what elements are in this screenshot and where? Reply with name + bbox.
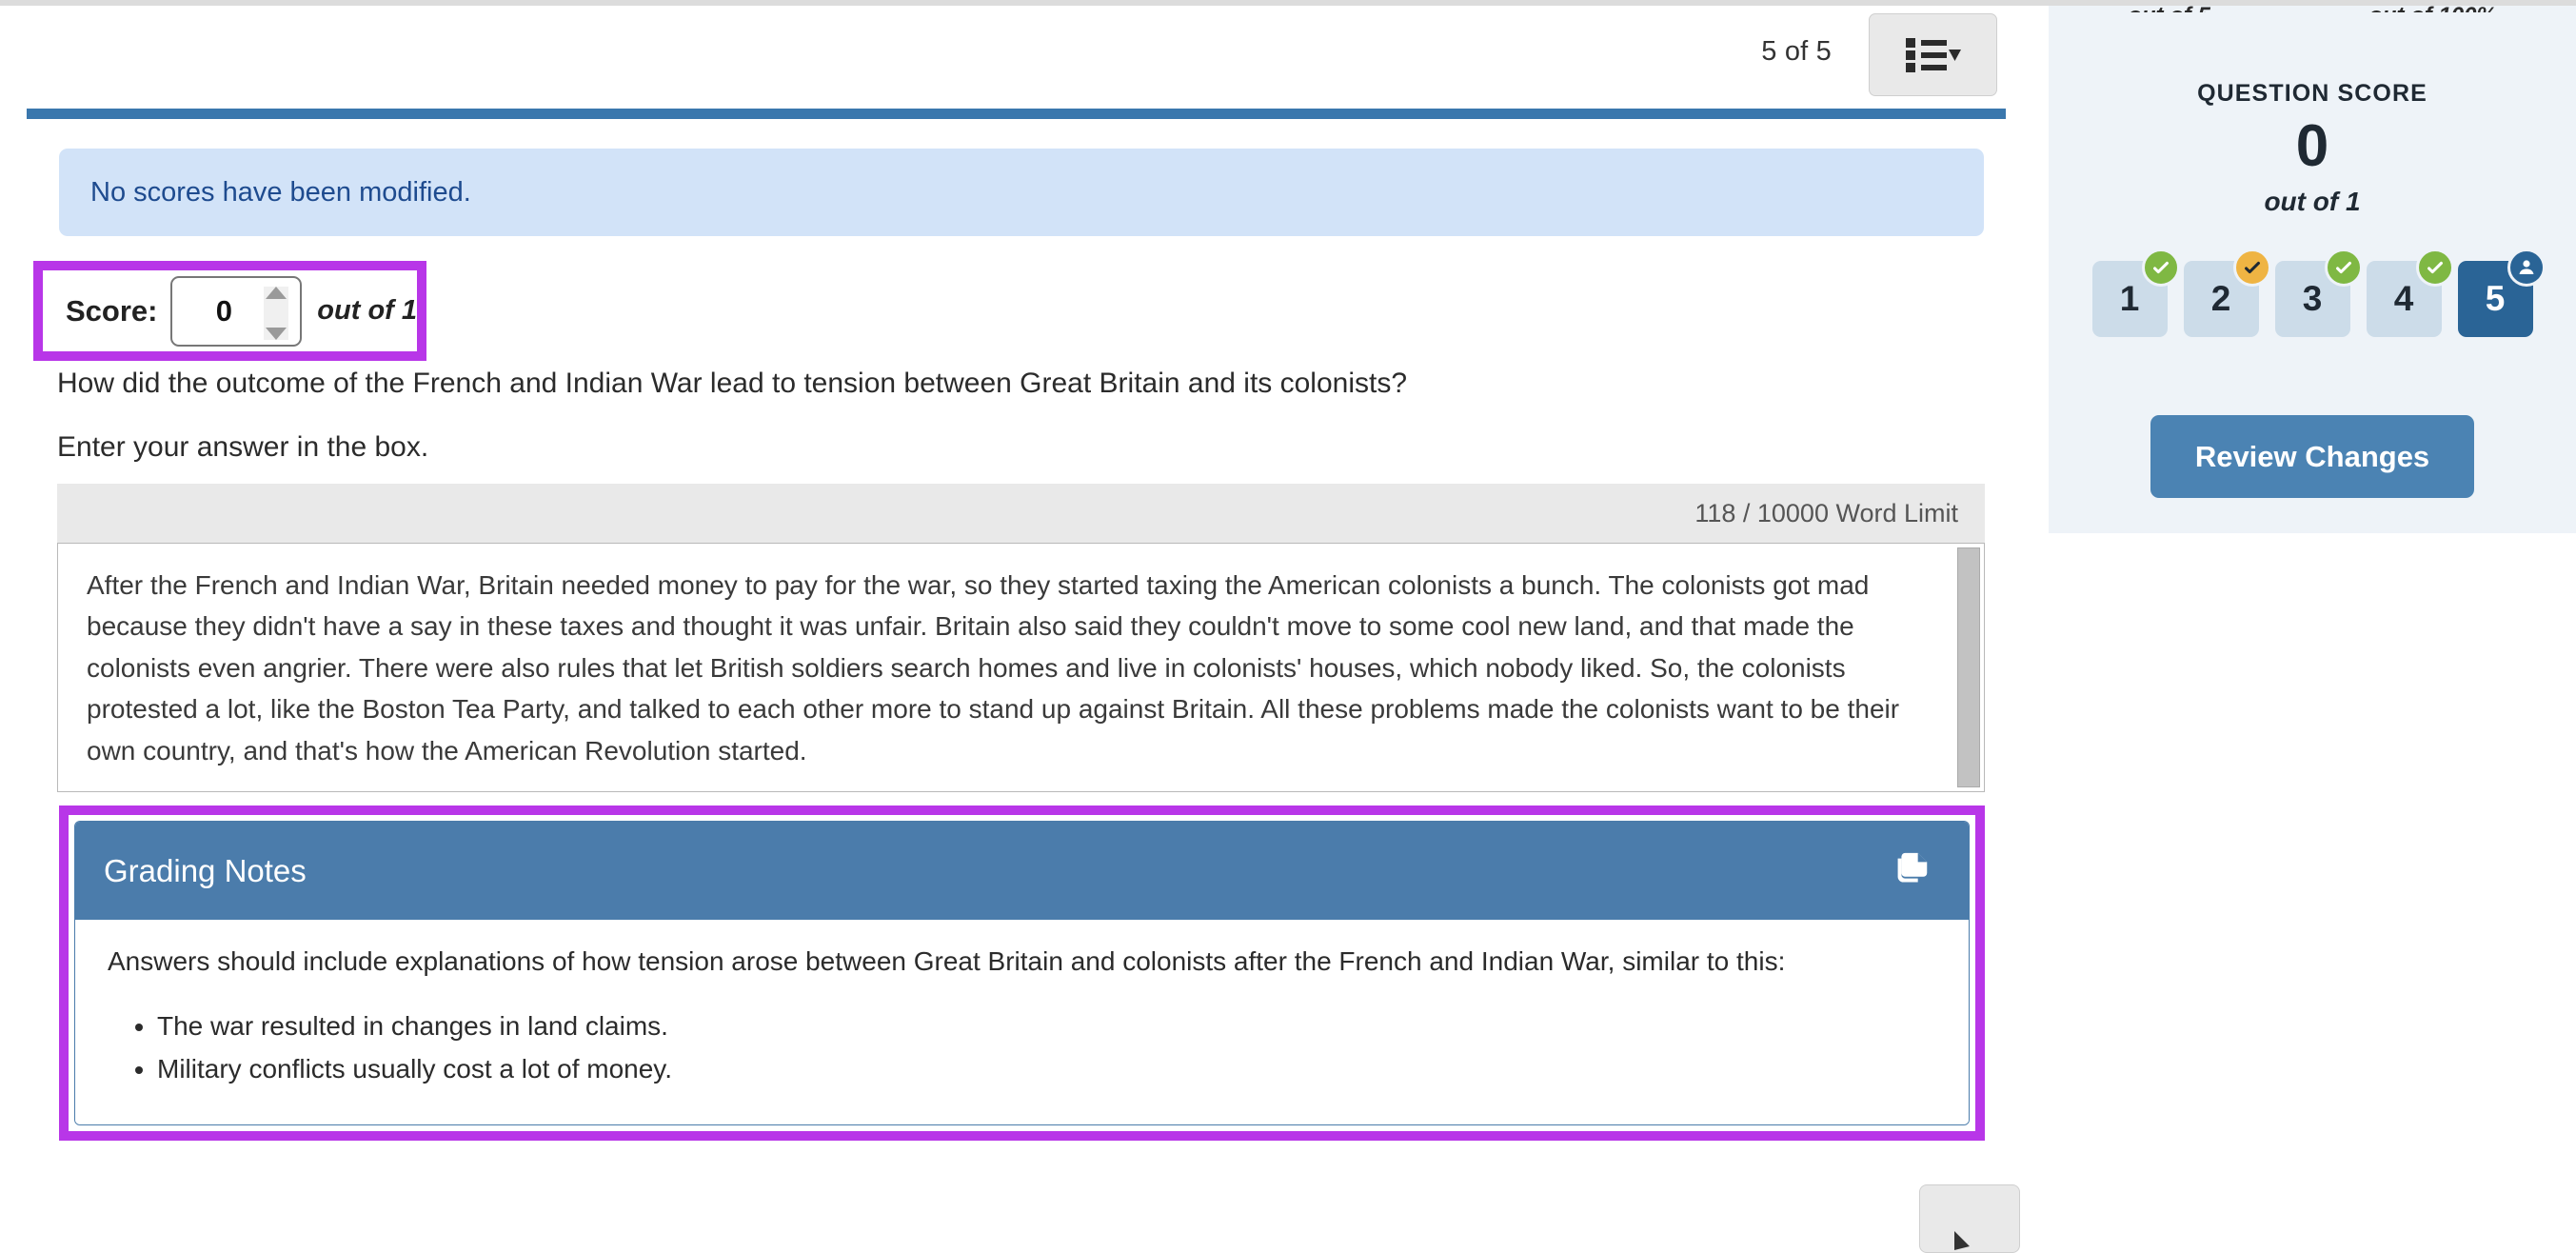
question-pill-4[interactable]: 4 — [2366, 249, 2454, 337]
cursor-arrow-icon — [1954, 1231, 1970, 1250]
answer-scrollbar[interactable] — [1957, 547, 1980, 787]
question-score-label: QUESTION SCORE — [2197, 80, 2427, 107]
graded-check-badge-icon — [2141, 249, 2180, 287]
question-pill-5[interactable]: 5 — [2457, 249, 2546, 337]
question-list-dropdown-button[interactable] — [1869, 13, 1997, 96]
grading-notes-title: Grading Notes — [104, 852, 307, 888]
grading-notes-highlight-box: Grading Notes Answers should include exp… — [59, 806, 1985, 1141]
grading-notes-list: The war resulted in changes in land clai… — [108, 1005, 1936, 1091]
score-label: Score: — [66, 293, 158, 328]
question-pager-count: 5 of 5 — [1761, 36, 1832, 67]
info-alert-text: No scores have been modified. — [90, 176, 471, 208]
sidebar-cutoff-labels: out of 5 out of 100% — [2049, 3, 2576, 12]
question-pill-label: 4 — [2393, 279, 2414, 318]
grader-header: 5 of 5 — [0, 6, 2024, 109]
bottom-partial-button[interactable] — [1919, 1184, 2020, 1253]
question-pill-1[interactable]: 1 — [2091, 249, 2180, 337]
score-out-of-label: out of 1 — [317, 295, 417, 326]
question-pill-2[interactable]: 2 — [2183, 249, 2271, 337]
person-badge-icon — [2507, 249, 2546, 287]
score-sidebar: out of 5 out of 100% QUESTION SCORE 0 ou… — [2049, 3, 2576, 533]
review-changes-button[interactable]: Review Changes — [2150, 415, 2474, 498]
grading-panel: 5 of 5 No scores have been modified. Sco… — [0, 6, 2024, 1253]
word-limit-bar: 118 / 10000 Word Limit — [57, 484, 1985, 543]
header-accent-rule — [27, 109, 2006, 119]
question-pill-3[interactable]: 3 — [2274, 249, 2363, 337]
list-dropdown-icon — [1905, 37, 1961, 72]
question-pill-nav: 1 2 3 4 5 — [2049, 249, 2576, 337]
grading-notes-card: Grading Notes Answers should include exp… — [74, 821, 1970, 1125]
question-prompt: How did the outcome of the French and In… — [57, 368, 1408, 399]
question-score-out-of: out of 1 — [2264, 187, 2361, 216]
info-alert: No scores have been modified. — [59, 149, 1984, 236]
student-answer-box[interactable]: After the French and Indian War, Britain… — [57, 543, 1985, 792]
score-stepper-down-icon[interactable] — [266, 327, 287, 340]
copy-icon — [1897, 852, 1928, 882]
grading-notes-intro: Answers should include explanations of h… — [108, 946, 1786, 976]
question-score-value: 0 — [2295, 113, 2329, 179]
graded-check-badge-icon — [2324, 249, 2363, 287]
sidebar-cutoff-label-right: out of 100% — [2368, 3, 2497, 12]
question-pill-label: 2 — [2210, 279, 2231, 318]
question-pill-label: 5 — [2485, 279, 2506, 318]
copy-notes-button[interactable] — [1883, 844, 1938, 899]
score-input[interactable]: 0 — [170, 275, 303, 347]
modified-check-badge-icon — [2232, 249, 2271, 287]
question-pill-label: 1 — [2119, 279, 2140, 318]
grading-notes-body: Answers should include explanations of h… — [75, 920, 1969, 1124]
question-instruction: Enter your answer in the box. — [57, 431, 429, 463]
sidebar-cutoff-label-left: out of 5 — [2128, 3, 2210, 12]
question-pill-label: 3 — [2302, 279, 2323, 318]
score-stepper[interactable] — [264, 286, 289, 340]
score-highlight-box: Score: 0 out of 1 — [33, 261, 426, 361]
word-limit-text: 118 / 10000 Word Limit — [1694, 498, 1958, 527]
grading-notes-item: The war resulted in changes in land clai… — [157, 1005, 1936, 1048]
graded-check-badge-icon — [2415, 249, 2454, 287]
student-answer-text: After the French and Indian War, Britain… — [87, 570, 1900, 766]
grading-notes-header: Grading Notes — [75, 822, 1969, 920]
grading-notes-item: Military conflicts usually cost a lot of… — [157, 1048, 1936, 1091]
score-stepper-up-icon[interactable] — [266, 286, 287, 299]
